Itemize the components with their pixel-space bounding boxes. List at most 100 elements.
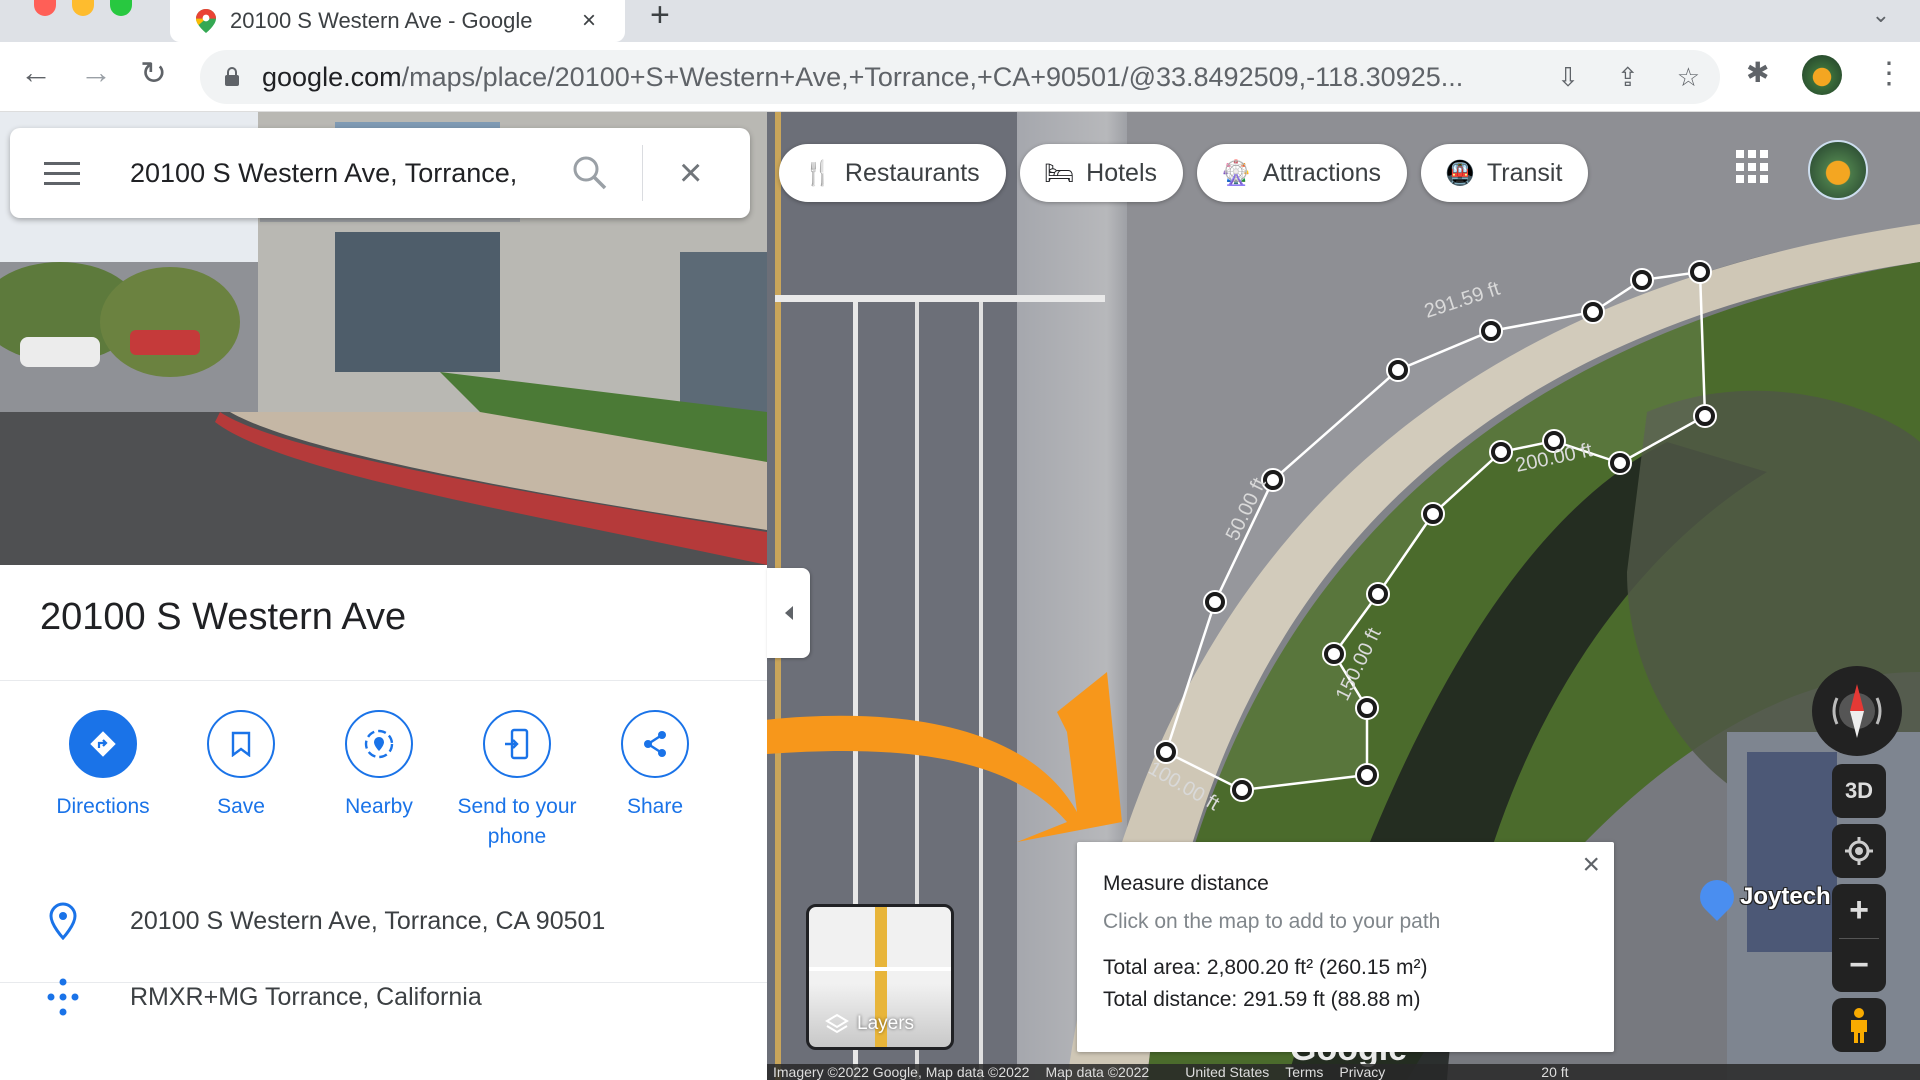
window-close-button[interactable] — [34, 0, 56, 16]
measure-point-center — [1328, 648, 1340, 660]
terms-link[interactable]: Terms — [1285, 1064, 1323, 1080]
nearby-icon — [364, 729, 394, 759]
measure-point-center — [1236, 784, 1248, 796]
street-view-pegman[interactable] — [1832, 998, 1886, 1052]
measure-title: Measure distance — [1103, 872, 1269, 895]
plus-code-icon — [47, 978, 79, 1016]
region-link[interactable]: United States — [1185, 1064, 1269, 1080]
forward-button[interactable]: → — [80, 54, 112, 91]
place-title: 20100 S Western Ave — [40, 596, 407, 638]
measure-distance-panel: Measure distance Click on the map to add… — [1077, 842, 1614, 1052]
tab-title: 20100 S Western Ave - Google — [230, 8, 533, 33]
directions-button[interactable]: Directions — [34, 710, 172, 852]
tab-close-icon[interactable]: × — [582, 7, 596, 35]
bookmark-star-icon[interactable]: ☆ — [1677, 62, 1700, 93]
send-to-phone-button[interactable]: Send to your phone — [448, 710, 586, 852]
share-button[interactable]: Share — [586, 710, 724, 852]
total-distance: Total distance: 291.59 ft (88.88 m) — [1103, 988, 1421, 1011]
chip-attractions[interactable]: 🎡 Attractions — [1197, 144, 1408, 202]
tab-search-chevron-icon[interactable]: ⌄ — [1872, 2, 1890, 28]
attractions-icon: 🎡 — [1221, 159, 1251, 187]
url-text: google.com/maps/place/20100+S+Western+Av… — [262, 62, 1463, 93]
chip-label: Attractions — [1262, 158, 1382, 187]
place-panel: 20100 S Western Ave Directions Save Near… — [0, 112, 767, 1080]
measure-point-center — [1372, 588, 1384, 600]
chip-hotels[interactable]: 🛏 Hotels — [1019, 144, 1184, 202]
google-apps-icon[interactable] — [1736, 150, 1770, 184]
building-window — [1747, 752, 1837, 952]
map-data-attribution: Map data ©2022 — [1045, 1064, 1150, 1080]
transit-icon: 🚇 — [1445, 159, 1475, 187]
plus-code-row[interactable]: RMXR+MG Torrance, California — [0, 977, 767, 1017]
browser-toolbar: ← → ↻ google.com/maps/place/20100+S+West… — [0, 42, 1920, 112]
hotel-icon: 🛏 — [1043, 159, 1075, 187]
address-bar[interactable]: google.com/maps/place/20100+S+Western+Av… — [200, 50, 1720, 104]
measure-point-center — [1361, 769, 1373, 781]
extensions-icon[interactable]: ✱ — [1746, 56, 1769, 89]
clear-search-icon[interactable]: × — [679, 153, 702, 193]
lock-icon — [224, 67, 240, 87]
total-area: Total area: 2,800.20 ft² (260.15 m²) — [1103, 956, 1428, 979]
measure-point-center — [1495, 446, 1507, 458]
measure-point-center — [1694, 266, 1706, 278]
zoom-in-button[interactable]: + — [1832, 884, 1886, 938]
install-icon[interactable]: ⇩ — [1557, 62, 1579, 93]
share-icon[interactable]: ⇪ — [1617, 62, 1639, 93]
divider — [0, 680, 767, 681]
bookmark-icon — [231, 731, 251, 757]
browser-menu-icon[interactable]: ⋮ — [1874, 56, 1904, 91]
annotation-arrow — [767, 672, 1122, 842]
back-button[interactable]: ← — [20, 54, 52, 91]
poi-joytech[interactable]: Joytech — [1692, 872, 1831, 922]
scale-label[interactable]: 20 ft — [1541, 1064, 1568, 1080]
imagery-attribution: Imagery ©2022 Google, Map data ©2022 — [773, 1064, 1030, 1080]
search-input[interactable] — [130, 157, 530, 189]
share-icon — [644, 731, 666, 757]
menu-icon[interactable] — [44, 161, 80, 185]
action-label: Send to your phone — [457, 795, 577, 848]
action-label: Directions — [56, 795, 150, 818]
map-footer: Imagery ©2022 Google, Map data ©2022 Map… — [767, 1064, 1920, 1080]
chip-label: Transit — [1486, 158, 1563, 187]
zoom-out-button[interactable]: − — [1832, 938, 1886, 992]
measure-point-center — [1392, 364, 1404, 376]
url-host: google.com — [262, 61, 402, 92]
action-label: Save — [217, 795, 265, 818]
3d-toggle-button[interactable]: 3D — [1832, 764, 1886, 818]
measure-point-center — [1361, 702, 1373, 714]
lane-line — [979, 302, 983, 1080]
nearby-button[interactable]: Nearby — [310, 710, 448, 852]
browser-tab[interactable]: 20100 S Western Ave - Google × — [170, 0, 625, 42]
url-path: /maps/place/20100+S+Western+Ave,+Torranc… — [401, 61, 1464, 92]
reload-button[interactable]: ↻ — [140, 54, 167, 92]
stop-line — [775, 295, 1105, 302]
measure-point-center — [1636, 274, 1648, 286]
search-icon[interactable] — [570, 153, 610, 193]
privacy-link[interactable]: Privacy — [1339, 1064, 1385, 1080]
measure-point-center — [1427, 508, 1439, 520]
my-location-icon — [1845, 837, 1873, 865]
chip-label: Restaurants — [844, 158, 980, 187]
compass-icon — [1832, 684, 1882, 738]
window-minimize-button[interactable] — [72, 0, 94, 16]
account-avatar[interactable] — [1808, 140, 1868, 200]
place-actions: Directions Save Nearby Send to your phon… — [0, 710, 767, 852]
plus-code-text: RMXR+MG Torrance, California — [130, 982, 482, 1011]
collapse-arrow-icon — [784, 606, 793, 620]
window-maximize-button[interactable] — [110, 0, 132, 16]
measure-subtitle: Click on the map to add to your path — [1103, 910, 1441, 933]
layers-button[interactable]: Layers — [806, 904, 954, 1050]
my-location-button[interactable] — [1832, 824, 1886, 878]
measure-close-icon[interactable]: × — [1582, 848, 1600, 882]
compass-control[interactable] — [1812, 666, 1902, 756]
address-text: 20100 S Western Ave, Torrance, CA 90501 — [130, 906, 606, 935]
new-tab-button[interactable]: + — [650, 0, 670, 35]
address-row[interactable]: 20100 S Western Ave, Torrance, CA 90501 — [0, 902, 767, 940]
action-label: Nearby — [345, 795, 413, 818]
chip-restaurants[interactable]: 🍴 Restaurants — [779, 144, 1006, 202]
chip-transit[interactable]: 🚇 Transit — [1421, 144, 1589, 202]
action-label: Share — [626, 795, 684, 818]
collapse-panel-button[interactable] — [767, 568, 810, 658]
save-button[interactable]: Save — [172, 710, 310, 852]
browser-profile-avatar[interactable] — [1802, 55, 1842, 95]
